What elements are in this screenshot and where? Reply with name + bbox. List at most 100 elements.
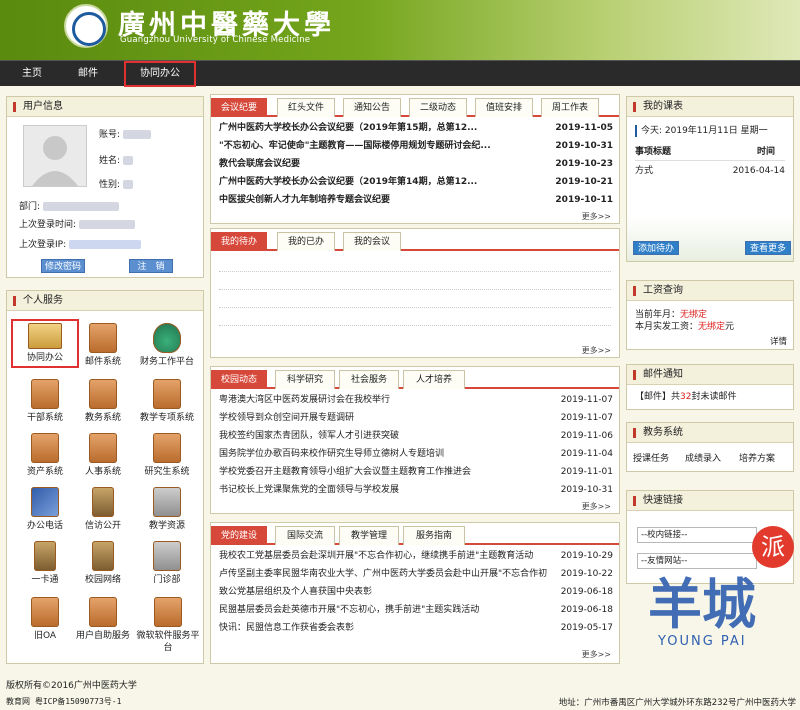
service-graduate[interactable]: 研究生系统 — [135, 433, 199, 478]
site-subtitle: Guangzhou University of Chinese Medicine — [120, 35, 311, 45]
item-date: 2019-10-31 — [555, 141, 613, 151]
schedule-row[interactable]: 方式 2016-04-14 — [635, 163, 785, 179]
tab-teaching-management[interactable]: 教学管理 — [339, 526, 399, 545]
nav-mail[interactable]: 邮件 — [66, 61, 110, 87]
service-collab-office[interactable]: 协同办公 — [11, 319, 79, 368]
service-cadre[interactable]: 干部系统 — [15, 379, 75, 424]
service-teaching-special[interactable]: 教学专项系统 — [135, 379, 199, 424]
folder-icon — [153, 433, 181, 463]
logout-button[interactable]: 注 销 — [129, 259, 173, 273]
teaching-tasks-link[interactable]: 授课任务 — [633, 451, 669, 464]
more-link[interactable]: 更多>> — [582, 501, 611, 512]
service-clinic[interactable]: 门诊部 — [135, 541, 199, 586]
last-login-ip-label: 上次登录IP: — [19, 240, 67, 250]
item-title: 中医拔尖创新人才九年制培养专题会议纪要 — [219, 195, 391, 205]
service-self-help[interactable]: 用户自助服务 — [69, 597, 137, 642]
view-more-button[interactable]: 查看更多 — [745, 241, 791, 255]
item-title: 卢传坚副主委率民盟华南农业大学、广州中医药大学委员会赴中山开展"不忘合作初心， — [219, 569, 547, 579]
tab-talent[interactable]: 人才培养 — [403, 370, 465, 389]
tab-my-meetings[interactable]: 我的会议 — [343, 232, 401, 251]
tab-my-done[interactable]: 我的已办 — [277, 232, 335, 251]
service-assets[interactable]: 资产系统 — [15, 433, 75, 478]
tab-party-building[interactable]: 党的建设 — [211, 526, 267, 545]
list-item[interactable]: 卢传坚副主委率民盟华南农业大学、广州中医药大学委员会赴中山开展"不忘合作初心， 2… — [219, 565, 613, 583]
list-item[interactable]: 民盟基层委员会赴英德市开展"不忘初心，携手前进"主题实践活动 2019-06-18 — [219, 601, 613, 619]
list-item[interactable]: 广州中医药大学校长办公会议纪要（2019年第14期，总第12... 2019-10… — [219, 173, 613, 191]
item-date: 2019-11-05 — [555, 123, 613, 133]
more-link[interactable]: 更多>> — [582, 345, 611, 356]
more-link[interactable]: 更多>> — [582, 649, 611, 660]
resource-icon — [153, 487, 181, 517]
unit: 元 — [725, 322, 735, 332]
service-finance[interactable]: 财务工作平台 — [135, 323, 199, 368]
tab-research[interactable]: 科学研究 — [275, 370, 335, 389]
list-item[interactable]: 学校党委召开主题教育领导小组扩大会议暨主题教育工作推进会 2019-11-01 — [219, 463, 613, 481]
service-label: 旧OA — [33, 631, 57, 641]
icp-record: 教育网 粤ICP备15090773号-1 — [6, 697, 122, 706]
university-seal-icon — [64, 4, 108, 48]
service-teaching-resources[interactable]: 教学资源 — [135, 487, 199, 532]
service-label: 人事系统 — [84, 467, 121, 477]
item-title: "不忘初心、牢记使命"主题教育——国际楼停用规划专题研讨会纪... — [219, 141, 491, 151]
list-item[interactable]: 致公党基层组织及个人喜获国中央表彰 2019-06-18 — [219, 583, 613, 601]
service-label: 校园网络 — [84, 575, 121, 585]
list-item[interactable]: 我校签约国家杰青团队，领军人才引进获突破 2019-11-06 — [219, 427, 613, 445]
change-password-button[interactable]: 修改密码 — [41, 259, 85, 273]
item-title: 国务院学位办歌百码来校作研究生导师立德树人专题培训 — [219, 449, 445, 459]
mail-unread-row[interactable]: 【邮件】共32封未读邮件 — [635, 389, 785, 405]
service-microsoft-platform[interactable]: 微软软件服务平台 — [135, 597, 201, 654]
list-item[interactable]: 国务院学位办歌百码来校作研究生导师立德树人专题培训 2019-11-04 — [219, 445, 613, 463]
service-campus-card[interactable]: 一卡通 — [15, 541, 75, 586]
add-todo-button[interactable]: 添加待办 — [633, 241, 679, 255]
service-old-oa[interactable]: 旧OA — [15, 597, 75, 642]
list-item[interactable]: 快讯：民盟信息工作获省委会表彰 2019-05-17 — [219, 619, 613, 637]
tab-international[interactable]: 国际交流 — [275, 526, 335, 545]
service-campus-network[interactable]: 校园网络 — [73, 541, 133, 586]
list-item[interactable]: 广州中医药大学校长办公会议纪要（2019年第15期，总第12... 2019-11… — [219, 119, 613, 137]
tab-red-docs[interactable]: 红头文件 — [277, 98, 335, 117]
item-title: 我校农工党基层委员会赴深圳开展"不忘合作初心，继续携手前进"主题教育活动 — [219, 551, 534, 561]
service-petition[interactable]: 信访公开 — [73, 487, 133, 532]
item-date: 2019-05-17 — [560, 623, 613, 633]
list-item[interactable]: 中医拔尖创新人才九年制培养专题会议纪要 2019-10-11 — [219, 191, 613, 209]
training-plan-link[interactable]: 培养方案 — [739, 451, 775, 464]
computer-icon — [28, 323, 62, 349]
list-item[interactable]: 学校领导到众创空间开展专题调研 2019-11-07 — [219, 409, 613, 427]
service-academic[interactable]: 教务系统 — [73, 379, 133, 424]
tab-minutes[interactable]: 会议纪要 — [211, 98, 267, 117]
tab-service-guide[interactable]: 服务指南 — [403, 526, 465, 545]
list-item[interactable]: 我校农工党基层委员会赴深圳开展"不忘合作初心，继续携手前进"主题教育活动 2019… — [219, 547, 613, 565]
item-title: 学校党委召开主题教育领导小组扩大会议暨主题教育工作推进会 — [219, 467, 472, 477]
item-title: 学校领导到众创空间开展专题调研 — [219, 413, 355, 423]
mail-prefix: 【邮件】共 — [635, 392, 681, 402]
item-title: 广州中医药大学校长办公会议纪要（2019年第14期，总第12... — [219, 177, 478, 187]
tab-notices[interactable]: 通知公告 — [343, 98, 401, 117]
item-title: 快讯：民盟信息工作获省委会表彰 — [219, 623, 355, 633]
item-date: 2019-10-11 — [555, 195, 613, 205]
nav-collab-office[interactable]: 协同办公 — [124, 61, 196, 87]
list-item[interactable]: 教代会联席会议纪要 2019-10-23 — [219, 155, 613, 173]
today-label: 今天: 2019年11月11日 星期一 — [635, 125, 768, 137]
nav-home[interactable]: 主页 — [10, 61, 54, 87]
item-date: 2019-10-23 — [555, 159, 613, 169]
list-item[interactable]: 书记校长上党课聚焦党的全面领导与学校发展 2019-10-31 — [219, 481, 613, 499]
item-title: 民盟基层委员会赴英德市开展"不忘初心，携手前进"主题实践活动 — [219, 605, 480, 615]
salary-detail-link[interactable]: 详情 — [770, 335, 787, 347]
service-office-phone[interactable]: 办公电话 — [15, 487, 75, 532]
list-item[interactable]: "不忘初心、牢记使命"主题教育——国际楼停用规划专题研讨会纪... 2019-10… — [219, 137, 613, 155]
service-label: 信访公开 — [84, 521, 121, 531]
user-info-panel: 用户信息 账号: 姓名: 性别: 部门: 上次登录时间: 上次登录IP: 修改密… — [6, 96, 204, 278]
service-mail[interactable]: 邮件系统 — [73, 323, 133, 368]
tab-my-todo[interactable]: 我的待办 — [211, 232, 267, 251]
tab-social-service[interactable]: 社会服务 — [339, 370, 399, 389]
main-nav: 主页 邮件 协同办公 — [0, 60, 800, 87]
tab-duty[interactable]: 值班安排 — [475, 98, 533, 117]
more-link[interactable]: 更多>> — [582, 211, 611, 222]
list-item[interactable]: 粤港澳大湾区中医药发展研讨会在我校举行 2019-11-07 — [219, 391, 613, 409]
tab-weekly[interactable]: 周工作表 — [541, 98, 599, 117]
tab-secondary-news[interactable]: 二级动态 — [409, 98, 467, 117]
schedule-title: 我的课表 — [627, 97, 793, 117]
grade-entry-link[interactable]: 成绩录入 — [685, 451, 721, 464]
service-hr[interactable]: 人事系统 — [73, 433, 133, 478]
tab-campus-news[interactable]: 校园动态 — [211, 370, 267, 389]
